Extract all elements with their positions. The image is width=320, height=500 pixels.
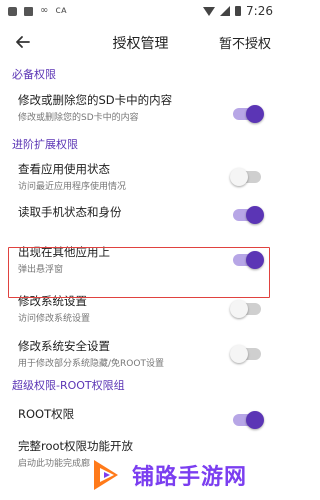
section-header-root: 超级权限-ROOT权限组 bbox=[12, 379, 125, 392]
skip-authorization-button[interactable]: 暂不授权 bbox=[219, 33, 271, 52]
permission-row-secure-settings[interactable]: 修改系统安全设置 用于修改部分系统隐藏/免ROOT设置 bbox=[0, 334, 281, 374]
notification-icon bbox=[24, 6, 33, 16]
toggle-usage[interactable] bbox=[230, 168, 261, 186]
clock: 7:26 bbox=[246, 4, 273, 18]
permission-title: 修改或删除您的SD卡中的内容 bbox=[18, 93, 173, 107]
toggle-phone[interactable] bbox=[233, 206, 264, 224]
permission-title: ROOT权限 bbox=[18, 407, 75, 421]
battery-icon bbox=[235, 6, 242, 16]
toggle-knob bbox=[246, 411, 264, 429]
permission-title: 读取手机状态和身份 bbox=[18, 205, 122, 219]
toggle-sd[interactable] bbox=[233, 105, 264, 123]
toggle-knob bbox=[230, 345, 248, 363]
back-button[interactable] bbox=[12, 31, 34, 53]
toggle-secure-settings[interactable] bbox=[230, 345, 261, 363]
wifi-icon bbox=[203, 6, 216, 16]
permission-subtitle: 修改或删除您的SD卡中的内容 bbox=[18, 113, 139, 123]
permission-row-root[interactable]: ROOT权限 bbox=[0, 398, 281, 438]
toggle-root[interactable] bbox=[233, 411, 264, 429]
link-icon: ∞ bbox=[40, 5, 49, 16]
status-left-icons: ∞ ᴄᴀ bbox=[8, 6, 67, 16]
status-right-icons: 7:26 bbox=[203, 4, 273, 18]
permission-subtitle-full-root: 启动此功能完成廊 bbox=[18, 459, 91, 469]
section-header-advanced: 进阶扩展权限 bbox=[12, 138, 78, 151]
watermark-logo-icon bbox=[88, 456, 126, 494]
toggle-knob bbox=[230, 300, 248, 318]
status-bar: ∞ ᴄᴀ 7:26 bbox=[0, 0, 281, 22]
app-bar: 授权管理 暂不授权 bbox=[0, 22, 281, 62]
watermark: 铺路手游网 bbox=[88, 450, 281, 500]
toggle-knob bbox=[246, 105, 264, 123]
watermark-text: 铺路手游网 bbox=[132, 465, 248, 490]
cat-icon: ᴄᴀ bbox=[55, 5, 67, 16]
toggle-system-settings[interactable] bbox=[230, 300, 261, 318]
section-header-required: 必备权限 bbox=[12, 68, 56, 81]
toggle-knob bbox=[230, 168, 248, 186]
permission-row-usage[interactable]: 查看应用使用状态 访问最近应用程序使用情况 bbox=[0, 156, 281, 194]
highlight-annotation-box bbox=[8, 247, 270, 298]
notification-icon bbox=[8, 6, 17, 16]
toggle-knob bbox=[246, 206, 264, 224]
signal-icon bbox=[220, 6, 231, 16]
permission-row-sd[interactable]: 修改或删除您的SD卡中的内容 修改或删除您的SD卡中的内容 bbox=[0, 88, 281, 134]
permission-row-phone[interactable]: 读取手机状态和身份 bbox=[0, 194, 281, 238]
arrow-left-icon bbox=[16, 36, 30, 48]
